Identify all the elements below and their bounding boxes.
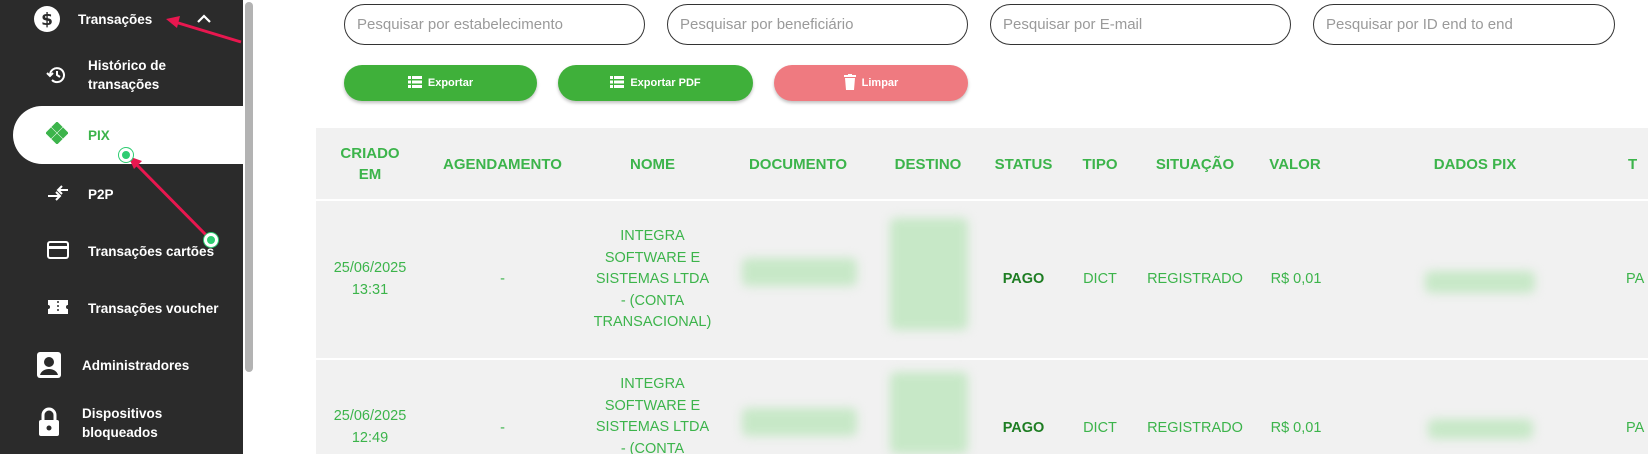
sidebar-item-label: Dispositivos bloqueados: [82, 404, 162, 442]
lock-icon: [37, 406, 61, 438]
cell-pix-data-redacted: [1428, 419, 1533, 439]
sidebar-item-label: P2P: [88, 187, 114, 202]
cell-pix-data-redacted: [1425, 271, 1535, 293]
sidebar-item-label: Histórico de transações: [88, 56, 166, 94]
cell-destination-redacted: [890, 372, 968, 454]
cell-document-redacted: [742, 408, 857, 436]
search-email-input[interactable]: [990, 4, 1291, 45]
history-icon: [46, 64, 68, 86]
sidebar-item-label: Transações cartões: [88, 244, 215, 259]
sidebar-item-administradores[interactable]: Administradores: [0, 345, 243, 385]
export-button-label: Exportar: [427, 77, 474, 89]
row-separator: [316, 358, 1648, 360]
sidebar-item-label: Transações voucher: [88, 301, 219, 316]
cell-status: PAGO: [1002, 420, 1045, 436]
export-pdf-button-label: Exportar PDF: [630, 77, 701, 89]
trash-icon: [843, 73, 856, 93]
cell-created: 25/06/2025 13:31: [320, 258, 420, 301]
table-grid-icon: [610, 75, 625, 91]
column-header-partial[interactable]: T: [1628, 154, 1648, 175]
cell-schedule: -: [500, 420, 505, 436]
clear-button-label: Limpar: [861, 77, 899, 89]
search-establishment-input[interactable]: [344, 4, 645, 45]
sidebar-item-label: Administradores: [82, 358, 190, 373]
user-badge-icon: [36, 351, 62, 379]
search-beneficiary-input[interactable]: [667, 4, 968, 45]
sidebar-item-transacoes[interactable]: $ Transações: [0, 0, 243, 40]
cell-name-line: SISTEMAS LTDA: [595, 419, 710, 435]
cell-name-line: SOFTWARE E: [604, 249, 701, 266]
search-e2e-id-input[interactable]: [1313, 4, 1615, 45]
column-header-document[interactable]: DOCUMENTO: [738, 154, 858, 175]
cell-status: PAGO: [1002, 271, 1045, 287]
sidebar-item-label: PIX: [88, 128, 110, 143]
row-separator: [316, 199, 1648, 201]
sidebar-item-historico[interactable]: Histórico de transações: [0, 52, 243, 98]
cell-created: 25/06/2025 12:49: [320, 406, 420, 449]
column-header-created[interactable]: CRIADO EM: [330, 143, 410, 185]
cell-partial: PA: [1626, 271, 1645, 287]
clear-button[interactable]: Limpar: [774, 65, 968, 101]
column-header-value[interactable]: VALOR: [1255, 154, 1335, 175]
sidebar-item-label: Transações: [78, 12, 153, 27]
cell-situation: REGISTRADO: [1147, 420, 1243, 436]
dollar-icon: $: [33, 5, 61, 33]
cell-value: R$ 0,01: [1270, 420, 1322, 436]
column-header-created-line1: CRIADO: [340, 145, 400, 162]
transfer-arrows-icon: [46, 183, 70, 203]
cell-schedule: -: [500, 271, 505, 287]
cell-name-line: - (CONTA: [620, 440, 685, 454]
cell-date: 25/06/2025: [333, 260, 407, 276]
cell-partial: PA: [1626, 420, 1645, 436]
svg-text:$: $: [41, 10, 53, 30]
credit-card-icon: [47, 240, 69, 260]
sidebar-item-label-line2: bloqueados: [82, 425, 158, 440]
cell-date: 25/06/2025: [333, 408, 407, 424]
column-header-schedule[interactable]: AGENDAMENTO: [425, 154, 580, 175]
cell-name-line: - (CONTA: [620, 292, 685, 309]
sidebar-item-label-line1: Dispositivos: [82, 406, 163, 421]
cell-type: DICT: [1083, 271, 1117, 287]
sidebar-item-label-line2: transações: [88, 77, 160, 92]
annotation-dot: [204, 233, 218, 247]
column-header-status[interactable]: STATUS: [986, 154, 1061, 175]
sidebar-item-voucher[interactable]: Transações voucher: [0, 288, 243, 328]
cell-situation: REGISTRADO: [1147, 271, 1243, 287]
cell-time: 12:49: [351, 429, 389, 446]
cell-document-redacted: [742, 258, 857, 286]
column-header-type[interactable]: TIPO: [1070, 154, 1130, 175]
export-button[interactable]: Exportar: [344, 65, 537, 101]
app-root: $ Transações Histórico de transações PIX: [0, 0, 1648, 454]
table-grid-icon: [407, 75, 422, 91]
sidebar-item-p2p[interactable]: P2P: [0, 174, 243, 214]
ticket-icon: [47, 297, 69, 317]
column-header-pix-data[interactable]: DADOS PIX: [1410, 154, 1540, 175]
cell-name-line: SOFTWARE E: [604, 397, 701, 414]
cell-name-line: INTEGRA: [620, 376, 685, 392]
cell-name-line: TRANSACIONAL): [593, 314, 712, 330]
cell-time: 13:31: [351, 281, 389, 298]
cell-name-line: SISTEMAS LTDA: [595, 271, 710, 287]
column-header-name[interactable]: NOME: [600, 154, 705, 175]
cell-name: INTEGRA SOFTWARE E SISTEMAS LTDA - (CONT…: [580, 226, 725, 334]
cell-destination-redacted: [890, 218, 968, 330]
column-header-destination[interactable]: DESTINO: [878, 154, 978, 175]
column-header-created-line2: EM: [358, 166, 382, 183]
cell-name-line: INTEGRA: [620, 228, 685, 244]
sidebar-item-dispositivos[interactable]: Dispositivos bloqueados: [0, 398, 243, 450]
pix-icon: [46, 122, 68, 144]
sidebar: $ Transações Histórico de transações PIX: [0, 0, 245, 454]
annotation-dot: [119, 148, 133, 162]
column-header-situation[interactable]: SITUAÇÃO: [1140, 154, 1250, 175]
export-pdf-button[interactable]: Exportar PDF: [558, 65, 753, 101]
chevron-up-icon[interactable]: [195, 10, 213, 28]
cell-name: INTEGRA SOFTWARE E SISTEMAS LTDA - (CONT…: [580, 374, 725, 454]
cell-type: DICT: [1083, 420, 1117, 436]
cell-value: R$ 0,01: [1270, 271, 1322, 287]
sidebar-item-label-line1: Histórico de: [88, 58, 167, 73]
sidebar-scrollbar-thumb[interactable]: [245, 2, 253, 372]
